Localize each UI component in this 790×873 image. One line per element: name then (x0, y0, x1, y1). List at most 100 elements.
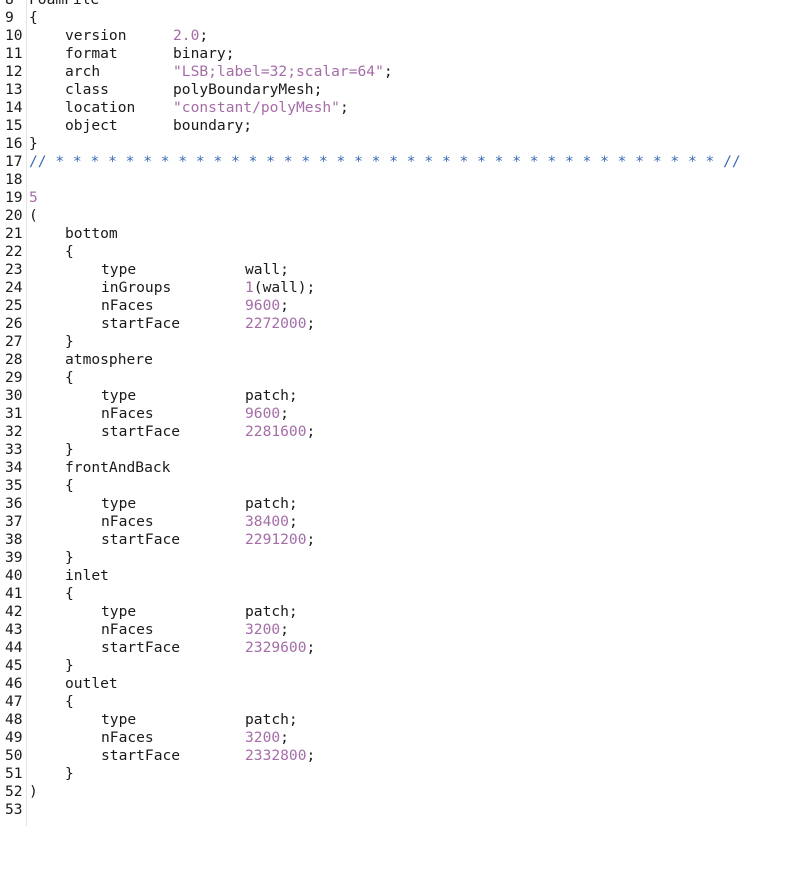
line-number: 8 (5, 0, 14, 9)
value: patch; (245, 711, 298, 728)
number-value: 2.0 (173, 27, 200, 44)
line-number: 47 (5, 693, 23, 710)
code-line: 27 } (0, 333, 790, 351)
value: binary; (173, 45, 235, 62)
code-line: 44 startFace 2329600; (0, 639, 790, 657)
number-value: 2281600 (245, 423, 307, 440)
number-value: 5 (29, 189, 38, 206)
code-line: 25 nFaces 9600; (0, 297, 790, 315)
line-number: 30 (5, 387, 23, 404)
line-number: 15 (5, 117, 23, 134)
code-line: 9 { (0, 9, 790, 27)
patch-name: inlet (65, 567, 109, 584)
code-line: 24 inGroups 1(wall); (0, 279, 790, 297)
keyword: inGroups (101, 279, 172, 296)
code-text: { (65, 585, 74, 602)
keyword: version (65, 27, 127, 44)
line-number: 34 (5, 459, 23, 476)
punctuation: ; (306, 747, 316, 764)
line-number: 51 (5, 765, 23, 782)
keyword: location (65, 99, 136, 116)
keyword: arch (65, 63, 101, 80)
code-line: 31 nFaces 9600; (0, 405, 790, 423)
keyword: nFaces (101, 297, 154, 314)
code-line: 48 type patch; (0, 711, 790, 729)
keyword: type (101, 387, 137, 404)
line-number: 10 (5, 27, 23, 44)
comment: // * * * * * * * * * * * * * * * * * * *… (29, 153, 741, 170)
line-number: 23 (5, 261, 23, 278)
number-value: 2332800 (245, 747, 307, 764)
code-editor[interactable]: 8 FoamFile 9 { 10 version 2.0; 11 format… (0, 0, 790, 826)
line-number: 24 (5, 279, 23, 296)
code-line: 21 bottom (0, 225, 790, 243)
keyword: startFace (101, 639, 181, 656)
line-number: 13 (5, 81, 23, 98)
code-line: 28 atmosphere (0, 351, 790, 369)
line-number: 32 (5, 423, 23, 440)
code-line: 8 FoamFile (0, 0, 790, 9)
punctuation: ; (306, 531, 316, 548)
number-value: 3200 (245, 621, 281, 638)
code-line: 45 } (0, 657, 790, 675)
line-number: 12 (5, 63, 23, 80)
number-value: 3200 (245, 729, 281, 746)
code-line: 16 } (0, 135, 790, 153)
number-value: 9600 (245, 297, 281, 314)
keyword: type (101, 711, 137, 728)
line-number: 14 (5, 99, 23, 116)
keyword: startFace (101, 423, 181, 440)
code-line: 50 startFace 2332800; (0, 747, 790, 765)
punctuation: ; (306, 639, 316, 656)
keyword: startFace (101, 315, 181, 332)
number-value: 1 (245, 279, 254, 296)
line-number: 35 (5, 477, 23, 494)
line-number: 53 (5, 801, 23, 818)
code-line: 29 { (0, 369, 790, 387)
code-text: } (65, 549, 74, 566)
value: patch; (245, 387, 298, 404)
patch-name: atmosphere (65, 351, 153, 368)
code-line: 26 startFace 2272000; (0, 315, 790, 333)
patch-name: bottom (65, 225, 118, 242)
code-text: { (65, 693, 74, 710)
punctuation: ; (199, 27, 209, 44)
line-number: 29 (5, 369, 23, 386)
value: patch; (245, 495, 298, 512)
punctuation: ; (288, 513, 298, 530)
line-number: 17 (5, 153, 23, 170)
code-line: 14 location "constant/polyMesh"; (0, 99, 790, 117)
line-number: 20 (5, 207, 23, 224)
line-number: 46 (5, 675, 23, 692)
keyword: class (65, 81, 109, 98)
code-line: 15 object boundary; (0, 117, 790, 135)
keyword: nFaces (101, 405, 154, 422)
code-line: 17 // * * * * * * * * * * * * * * * * * … (0, 153, 790, 171)
code-line: 40 inlet (0, 567, 790, 585)
code-line: 42 type patch; (0, 603, 790, 621)
string-value: "constant/polyMesh" (173, 99, 340, 116)
line-number: 40 (5, 567, 23, 584)
punctuation: ; (280, 621, 289, 638)
code-text: } (29, 135, 38, 152)
punctuation: ; (280, 729, 289, 746)
number-value: 2272000 (245, 315, 307, 332)
keyword: format (65, 45, 118, 62)
code-line: 41 { (0, 585, 790, 603)
string-value: "LSB;label=32;scalar=64" (173, 63, 384, 80)
number-value: 38400 (245, 513, 289, 530)
code-line: 32 startFace 2281600; (0, 423, 790, 441)
number-value: 2329600 (245, 639, 307, 656)
code-line: 39 } (0, 549, 790, 567)
line-number: 9 (5, 9, 14, 26)
line-number: 36 (5, 495, 23, 512)
line-number: 44 (5, 639, 23, 656)
keyword: type (101, 603, 137, 620)
keyword: startFace (101, 531, 181, 548)
code-text: { (65, 477, 74, 494)
code-line: 53 (0, 801, 790, 819)
code-line: 37 nFaces 38400; (0, 513, 790, 531)
code-line: 52 ) (0, 783, 790, 801)
code-line: 30 type patch; (0, 387, 790, 405)
code-line: 23 type wall; (0, 261, 790, 279)
